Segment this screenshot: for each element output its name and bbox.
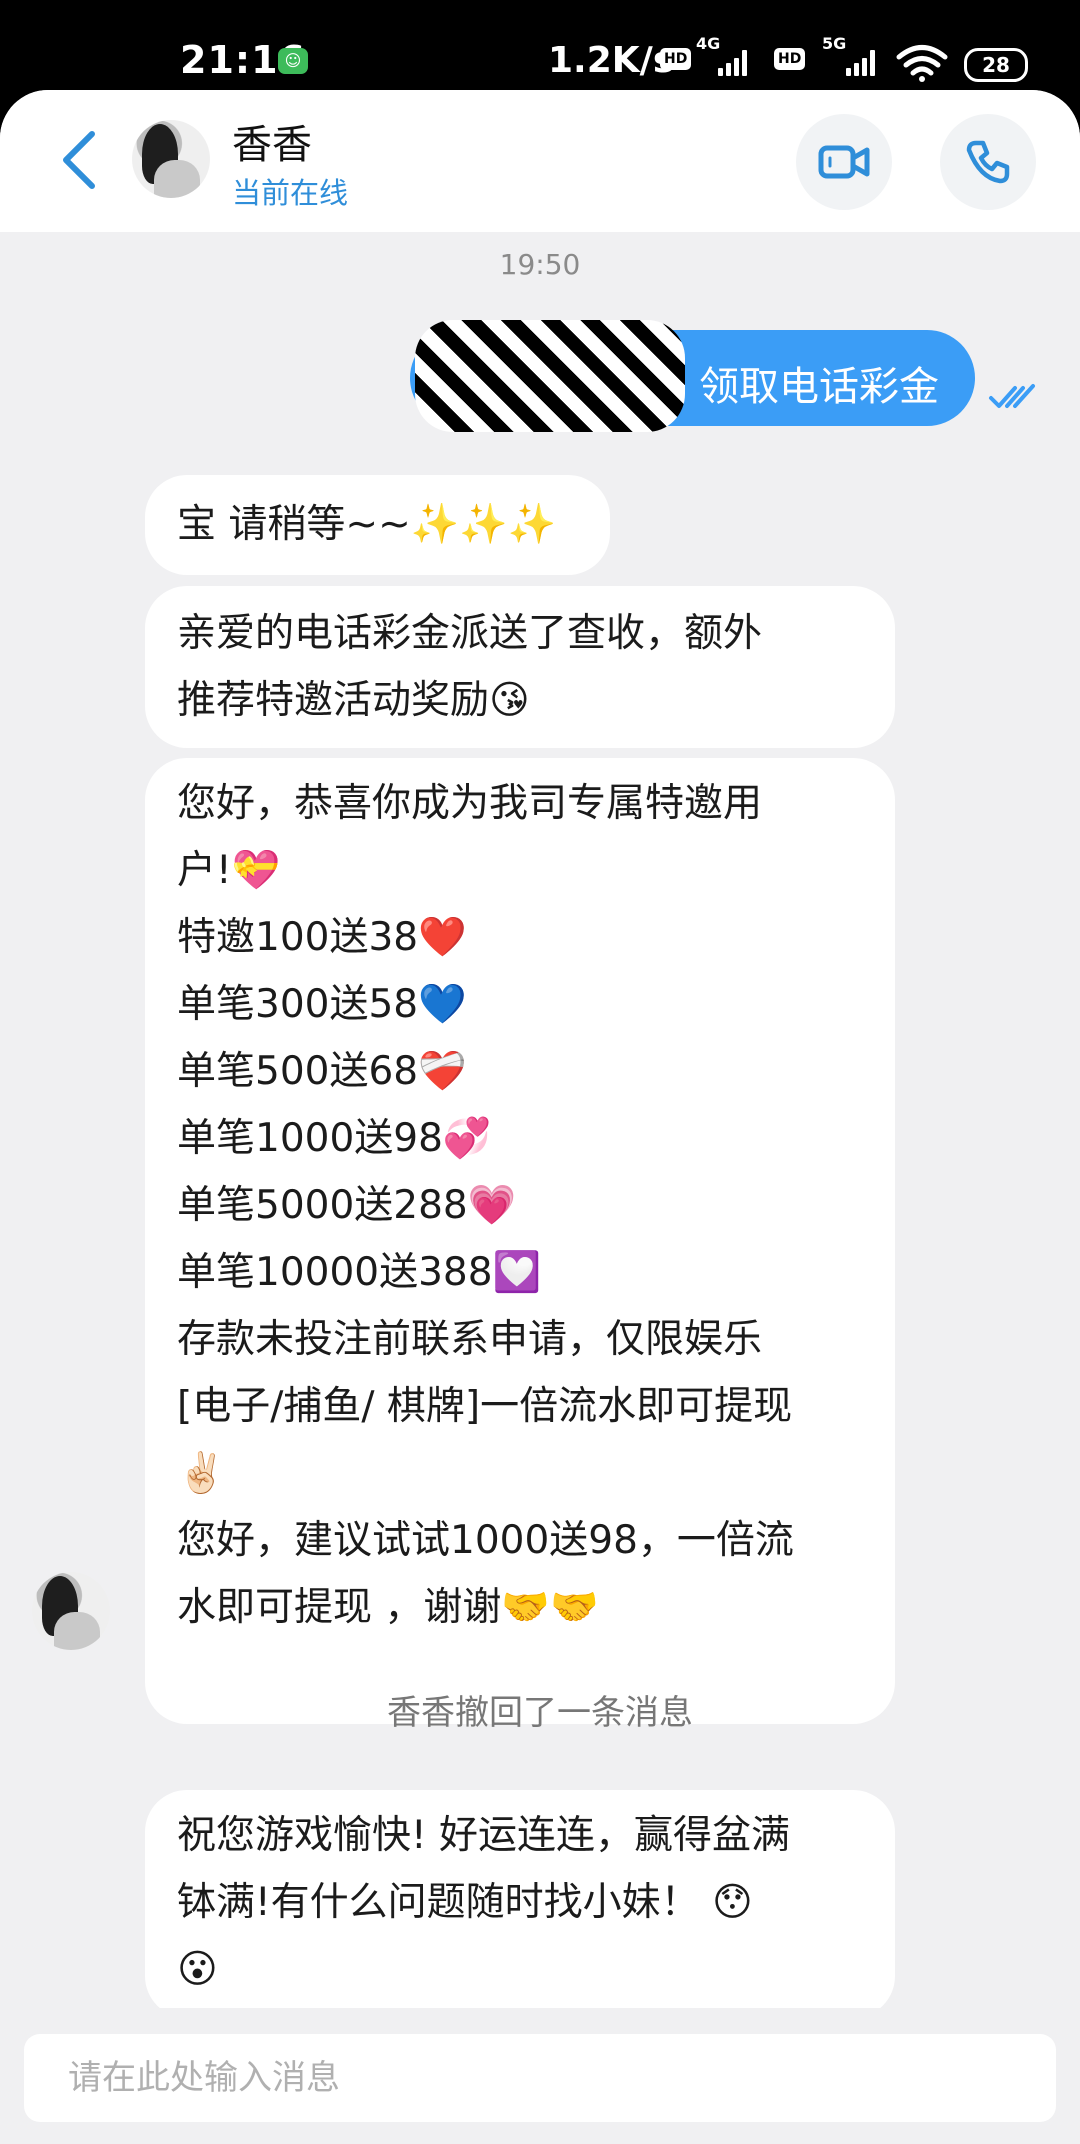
message-line: 存款未投注前联系申请，仅限娱乐: [177, 1317, 763, 1362]
back-button[interactable]: [40, 120, 120, 200]
chat-app: 香香 当前在线 19:50 领取电话彩金 宝 请稍等~~✨✨✨ 亲爱的电话彩金派…: [0, 90, 1080, 2144]
message-line: 您好，恭喜你成为我司专属特邀用: [177, 781, 763, 826]
network-speed: 1.2K/s: [548, 40, 675, 81]
video-call-button[interactable]: [796, 114, 892, 210]
incoming-message-bubble[interactable]: 您好，恭喜你成为我司专属特邀用 户!💝 特邀100送38❤️ 单笔300送58💙…: [145, 758, 895, 1724]
voice-call-button[interactable]: [940, 114, 1036, 210]
video-camera-icon: [818, 145, 870, 179]
message-line: 单笔5000送288💗: [177, 1183, 517, 1228]
message-line: [电子/捕鱼/ 棋牌]一倍流水即可提现: [177, 1384, 793, 1429]
incoming-message-bubble[interactable]: 祝您游戏愉快! 好运连连，赢得盆满 钵满!有什么问题随时找小妹！ 😯 😮: [145, 1790, 895, 2018]
message-line: 亲爱的电话彩金派送了查收，额外: [177, 611, 763, 656]
message-line: 祝您游戏愉快! 好运连连，赢得盆满: [177, 1813, 791, 1858]
message-line: 水即可提现 ，谢谢🤝🤝: [177, 1585, 599, 1630]
hd-badge: HD: [660, 48, 692, 70]
message-timestamp: 19:50: [499, 248, 581, 281]
notification-app-icon: ☺: [278, 48, 308, 74]
composer-bar: [0, 2008, 1080, 2144]
message-input[interactable]: [24, 2034, 1056, 2122]
message-line: 单笔10000送388💟: [177, 1250, 542, 1295]
contact-name: 香香: [232, 122, 312, 168]
message-line: 单笔500送68❤️‍🩹: [177, 1049, 467, 1094]
recall-notice: 香香撤回了一条消息: [387, 1693, 693, 1733]
redaction-scribble: [415, 320, 685, 432]
contact-avatar[interactable]: [132, 120, 210, 198]
wifi-icon: [896, 45, 948, 82]
outgoing-message-text: 领取电话彩金: [699, 364, 939, 410]
phone-screen: 21:16 ☺ 1.2K/s HD 4G HD 5G 28 香香 当前在线 19…: [0, 0, 1080, 2144]
message-line: 单笔300送58💙: [177, 982, 467, 1027]
message-line: 户!💝: [177, 848, 281, 893]
network-type-5g: 5G: [822, 34, 847, 53]
hd-badge-2: HD: [774, 48, 806, 70]
message-line: 您好，建议试试1000送98，一倍流: [177, 1518, 794, 1563]
chat-header: 香香 当前在线: [0, 90, 1080, 232]
double-check-icon: [989, 384, 1035, 408]
message-line: 特邀100送38❤️: [177, 915, 467, 960]
battery-indicator: 28: [964, 48, 1028, 82]
incoming-message-bubble[interactable]: 宝 请稍等~~✨✨✨: [145, 475, 610, 575]
message-line: ✌🏻: [177, 1451, 226, 1496]
network-type-4g: 4G: [696, 34, 721, 53]
message-line: 推荐特邀活动奖励😘: [177, 678, 530, 723]
sender-avatar[interactable]: [32, 1572, 110, 1650]
status-bar: 21:16 ☺ 1.2K/s HD 4G HD 5G 28: [0, 0, 1080, 90]
message-line: 😮: [177, 1947, 218, 1992]
message-line: 钵满!有什么问题随时找小妹！ 😯: [177, 1880, 753, 1925]
presence-status: 当前在线: [232, 176, 349, 210]
phone-icon: [966, 140, 1010, 184]
incoming-message-bubble[interactable]: 亲爱的电话彩金派送了查收，额外 推荐特邀活动奖励😘: [145, 586, 895, 748]
message-line: 宝 请稍等~~✨✨✨: [177, 502, 557, 547]
chevron-left-icon: [63, 131, 95, 189]
message-line: 单笔1000送98💞: [177, 1116, 492, 1161]
